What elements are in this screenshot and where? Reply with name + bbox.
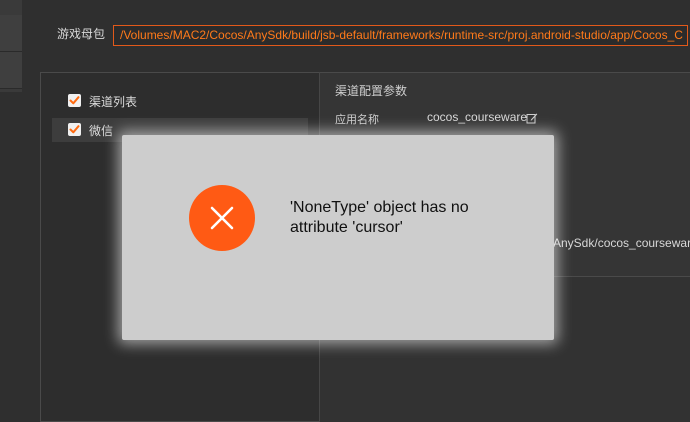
- close-icon: [210, 206, 234, 230]
- edit-icon[interactable]: [526, 112, 538, 124]
- game-package-label: 游戏母包: [57, 27, 106, 41]
- error-badge: [189, 185, 255, 251]
- error-dialog: 'NoneType' object has no attribute 'curs…: [122, 135, 554, 340]
- wechat-checkbox[interactable]: [68, 123, 81, 136]
- rail-item[interactable]: [0, 15, 22, 52]
- tree-item-label: 微信: [89, 124, 114, 138]
- tree-item-channel-list[interactable]: 渠道列表: [52, 89, 308, 113]
- app-window: 游戏母包 /Volumes/MAC2/Cocos/AnySdk/build/js…: [0, 0, 690, 422]
- game-package-path-field[interactable]: /Volumes/MAC2/Cocos/AnySdk/build/jsb-def…: [113, 25, 688, 46]
- check-icon: [69, 96, 80, 105]
- channel-list-checkbox[interactable]: [68, 94, 81, 107]
- app-name-label: 应用名称: [335, 113, 379, 126]
- app-name-value: cocos_courseware: [427, 110, 528, 124]
- config-title: 渠道配置参数: [335, 84, 408, 98]
- rail-item[interactable]: [0, 52, 22, 89]
- check-icon: [69, 125, 80, 134]
- output-path-value: AnySdk/cocos_courseware: [553, 236, 690, 250]
- left-rail: [0, 0, 22, 92]
- error-message: 'NoneType' object has no attribute 'curs…: [290, 199, 469, 236]
- tree-item-label: 渠道列表: [89, 95, 138, 109]
